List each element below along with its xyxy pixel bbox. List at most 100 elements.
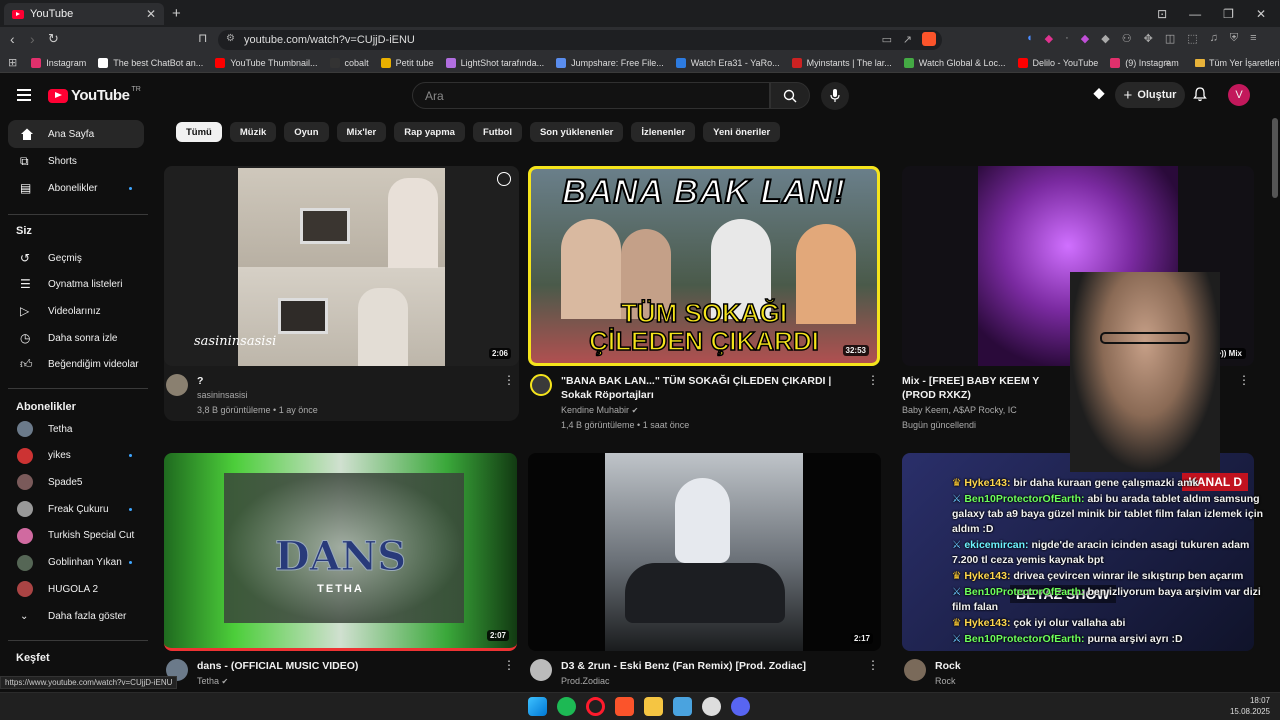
- video-title[interactable]: "BANA BAK LAN..." TÜM SOKAĞI ÇİLEDEN ÇIK…: [561, 374, 861, 402]
- extension-icon[interactable]: ⬚: [1187, 32, 1197, 45]
- channel-name[interactable]: Prod.Zodiac: [561, 674, 610, 688]
- more-actions-icon[interactable]: ⋮: [503, 373, 515, 387]
- extension-icon[interactable]: ·: [1065, 32, 1069, 45]
- more-actions-icon[interactable]: ⋮: [503, 658, 515, 672]
- account-avatar[interactable]: V: [1228, 84, 1250, 106]
- sidebar-subscription-item[interactable]: Tetha: [8, 415, 144, 443]
- notifications-bell-icon[interactable]: [1193, 87, 1207, 107]
- back-icon[interactable]: ‹: [10, 31, 15, 47]
- bookmark-item[interactable]: Watch Global & Loc...: [903, 57, 1006, 68]
- extension-icon[interactable]: ◆: [1081, 32, 1089, 45]
- filter-chip[interactable]: Oyun: [284, 122, 329, 142]
- search-button[interactable]: [770, 82, 810, 109]
- youtube-logo[interactable]: YouTube TR: [48, 86, 141, 104]
- sidebar-item-shorts[interactable]: ⧉ Shorts: [8, 147, 144, 175]
- extension-icon[interactable]: ◖: [1026, 32, 1033, 45]
- filter-chip[interactable]: Futbol: [472, 122, 522, 142]
- bookmark-item[interactable]: LightShot tarafında...: [445, 57, 544, 68]
- sidebar-subscription-item[interactable]: Turkish Special Cut: [8, 522, 144, 550]
- search-input[interactable]: Ara: [412, 82, 770, 109]
- brave-shield-icon[interactable]: [922, 32, 936, 46]
- apps-grid-icon[interactable]: ⊞: [8, 56, 17, 69]
- show-more-button[interactable]: ⌄ Daha fazla göster: [8, 602, 144, 630]
- minimize-icon[interactable]: —: [1189, 7, 1201, 21]
- site-info-icon[interactable]: ⚙: [226, 33, 235, 44]
- channel-name[interactable]: Kendine Muhabir: [561, 405, 629, 415]
- channel-name-row[interactable]: Tetha ✔: [197, 674, 228, 689]
- extension-icon[interactable]: ◆: [1045, 32, 1053, 45]
- opera-icon[interactable]: [586, 697, 605, 716]
- bookmark-item[interactable]: The best ChatBot an...: [98, 57, 203, 68]
- sidebar-subscription-item[interactable]: yikes: [8, 442, 144, 470]
- forward-icon[interactable]: ›: [30, 31, 35, 47]
- watch-later-icon[interactable]: [497, 172, 511, 186]
- reload-icon[interactable]: ↻: [48, 31, 59, 47]
- extension-icon[interactable]: ⚇: [1122, 32, 1132, 45]
- system-clock[interactable]: 18:07 15.08.2025: [1230, 695, 1270, 717]
- bookmark-item[interactable]: Delilo - YouTube: [1017, 57, 1098, 68]
- cast-icon[interactable]: [1092, 87, 1106, 106]
- bookmark-item[interactable]: cobalt: [329, 57, 369, 68]
- video-title[interactable]: D3 & 2run - Eski Benz (Fan Remix) [Prod.…: [561, 659, 861, 673]
- sidebar-item-your-videos[interactable]: ▷ Videolarınız: [8, 297, 144, 325]
- channel-name[interactable]: Tetha: [197, 676, 219, 686]
- channel-avatar[interactable]: [166, 374, 188, 396]
- bookmark-item[interactable]: Jumpshare: Free File...: [556, 57, 664, 68]
- filter-chip[interactable]: Tümü: [176, 122, 222, 142]
- extension-icon[interactable]: ✥: [1144, 32, 1153, 45]
- channel-avatar[interactable]: [530, 374, 552, 396]
- extensions-icon[interactable]: ⊡: [1157, 7, 1167, 21]
- vpn-icon[interactable]: ⛨: [1230, 32, 1238, 45]
- filter-chip[interactable]: Müzik: [229, 122, 277, 142]
- app-icon[interactable]: [673, 697, 692, 716]
- app-icon[interactable]: [702, 697, 721, 716]
- sidebar-item-playlists[interactable]: ☰ Oynatma listeleri: [8, 270, 144, 298]
- video-thumbnail[interactable]: BANA BAK LAN! TÜM SOKAĞI ÇİLEDEN ÇIKARDI…: [528, 166, 880, 366]
- sidebar-subscription-item[interactable]: HUGOLA 2: [8, 575, 144, 603]
- filter-chip[interactable]: Rap yapma: [394, 122, 465, 142]
- bookmark-item[interactable]: Instagram: [31, 57, 86, 68]
- channel-name-row[interactable]: Kendine Muhabir ✔: [561, 403, 638, 418]
- spotify-icon[interactable]: [557, 697, 576, 716]
- new-tab-icon[interactable]: +: [172, 5, 181, 22]
- extension-icon[interactable]: ◫: [1165, 32, 1175, 45]
- video-thumbnail[interactable]: sasininsasisi 2:06: [164, 166, 519, 366]
- video-title[interactable]: ?: [197, 374, 497, 388]
- create-button[interactable]: + Oluştur: [1115, 82, 1185, 108]
- page-scrollbar[interactable]: [1272, 118, 1278, 198]
- bookmark-item[interactable]: YouTube Thumbnail...: [215, 57, 318, 68]
- media-icon[interactable]: ♫: [1210, 32, 1218, 45]
- sidebar-item-home[interactable]: Ana Sayfa: [8, 120, 144, 148]
- more-actions-icon[interactable]: ⋮: [867, 658, 879, 672]
- close-tab-icon[interactable]: ✕: [146, 7, 156, 21]
- sidebar-subscription-item[interactable]: Goblinhan Yıkan: [8, 549, 144, 577]
- video-title[interactable]: dans - (OFFICIAL MUSIC VIDEO): [197, 659, 497, 673]
- file-explorer-icon[interactable]: [644, 697, 663, 716]
- voice-search-button[interactable]: [821, 82, 849, 110]
- menu-icon[interactable]: ≡: [1250, 32, 1256, 45]
- video-card[interactable]: BANA BAK LAN! TÜM SOKAĞI ÇİLEDEN ÇIKARDI…: [528, 166, 883, 436]
- video-card[interactable]: DANS TETHA 2:07 dans - (OFFICIAL MUSIC V…: [164, 453, 519, 689]
- extension-icon[interactable]: ◆: [1101, 32, 1109, 45]
- more-actions-icon[interactable]: ⋮: [867, 373, 879, 387]
- bookmark-item[interactable]: Petit tube: [380, 57, 434, 68]
- sidebar-item-history[interactable]: ↺ Geçmiş: [8, 244, 144, 272]
- filter-chip[interactable]: Yeni öneriler: [703, 122, 781, 142]
- bookmark-item[interactable]: Watch Era31 - YaRo...: [675, 57, 780, 68]
- browser-tab[interactable]: YouTube ✕: [4, 3, 164, 25]
- video-card[interactable]: sasininsasisi 2:06 ? sasininsasisi 3,8 B…: [164, 166, 519, 421]
- video-thumbnail[interactable]: DANS TETHA 2:07: [164, 453, 517, 651]
- all-bookmarks[interactable]: Tüm Yer İşaretleri: [1195, 58, 1280, 68]
- video-card[interactable]: 2:17 D3 & 2run - Eski Benz (Fan Remix) […: [528, 453, 883, 689]
- bookmark-item[interactable]: Myinstants | The lar...: [791, 57, 892, 68]
- bookmark-icon[interactable]: ⊓: [198, 31, 207, 45]
- sidebar-item-watch-later[interactable]: ◷ Daha sonra izle: [8, 324, 144, 352]
- start-icon[interactable]: [528, 697, 547, 716]
- channel-name[interactable]: sasininsasisi: [197, 388, 248, 402]
- channel-avatar[interactable]: [530, 659, 552, 681]
- share-icon[interactable]: ↗: [903, 33, 912, 46]
- channel-avatar[interactable]: [904, 659, 926, 681]
- sidebar-subscription-item[interactable]: Freak Çukuru: [8, 495, 144, 523]
- restore-icon[interactable]: ❐: [1223, 7, 1234, 21]
- channel-name[interactable]: Baby Keem, A$AP Rocky, IC: [902, 403, 1017, 417]
